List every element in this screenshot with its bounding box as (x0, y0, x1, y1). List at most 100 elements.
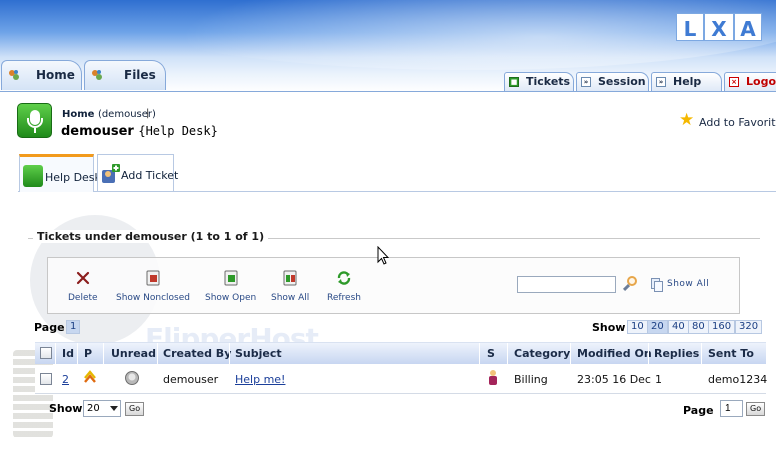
col-category[interactable]: Category (514, 347, 570, 360)
subtab-add-ticket-label: Add Ticket (121, 169, 179, 182)
files-tab-icon (92, 70, 102, 80)
page-title-user: demouser (61, 124, 134, 139)
tab-session[interactable]: » Session (576, 72, 649, 91)
page-title-module: {Help Desk} (138, 124, 218, 138)
logo-letter: L (677, 14, 703, 41)
star-icon: ★ (679, 110, 695, 130)
col-priority[interactable]: P (84, 347, 92, 360)
page-size-option[interactable]: 40 (668, 320, 689, 334)
header-divider (0, 91, 776, 92)
created-by-cell: demouser (163, 373, 219, 386)
refresh-icon (337, 271, 351, 285)
breadcrumb-separator: | (146, 108, 150, 119)
ticket-table-header: Id P Unread Created By Subject S Categor… (35, 342, 766, 365)
page-size-option-selected[interactable]: 20 (647, 320, 668, 334)
col-status[interactable]: S (487, 347, 495, 360)
pages-icon-front (654, 281, 663, 292)
help-icon: » (656, 77, 666, 87)
show-all-link-label[interactable]: Show All (667, 279, 709, 289)
select-all-checkbox[interactable] (40, 347, 52, 359)
tab-tickets-label[interactable]: Tickets (526, 75, 570, 88)
page-label-top: Page (34, 321, 65, 334)
page-size-go-button[interactable]: Go (125, 402, 145, 416)
ticket-icon: ■ (509, 77, 519, 87)
app-header: L X A Home Files ■ Tickets » Session » H… (0, 0, 776, 92)
subtab-divider (18, 191, 776, 192)
subject-link[interactable]: Help me! (235, 373, 285, 386)
page-number-current[interactable]: 1 (66, 320, 81, 334)
col-sent-to[interactable]: Sent To (708, 347, 754, 360)
column-separator (507, 343, 508, 365)
search-input[interactable] (517, 276, 616, 293)
add-to-favorites-label[interactable]: Add to Favorites (699, 116, 776, 129)
page-size-select-value: 20 (87, 403, 100, 414)
breadcrumb-home[interactable]: Home (62, 109, 94, 120)
page-go-button[interactable]: Go (746, 402, 766, 416)
unread-status-icon (125, 371, 139, 385)
column-separator (77, 343, 78, 365)
subtab-help-desk[interactable]: Help Desk (19, 154, 101, 192)
column-separator (157, 343, 158, 365)
replies-cell: 1 (655, 373, 662, 386)
column-separator (55, 343, 56, 365)
tab-files-label: Files (124, 68, 156, 82)
session-icon: » (581, 77, 591, 87)
page-number-input[interactable] (720, 400, 743, 417)
show-nonclosed-button[interactable]: Show Nonclosed (116, 270, 190, 303)
page-label-bottom: Page (683, 404, 714, 417)
tab-help-label[interactable]: Help (673, 75, 701, 88)
refresh-button[interactable]: Refresh (327, 270, 361, 303)
column-separator (570, 343, 571, 365)
logo-letter: A (735, 14, 761, 41)
refresh-label: Refresh (327, 293, 361, 303)
row-checkbox[interactable] (40, 373, 52, 385)
delete-button[interactable]: Delete (68, 270, 98, 303)
table-row[interactable]: 2 demouser Help me! Billing 23:05 16 Dec… (35, 365, 767, 394)
chevron-down-icon (110, 406, 118, 411)
subtab-add-ticket[interactable]: Add Ticket (97, 154, 178, 191)
show-nonclosed-icon (146, 270, 160, 286)
logout-icon: × (729, 77, 739, 87)
col-id[interactable]: Id (62, 347, 74, 360)
page-size-option[interactable]: 10 (627, 320, 648, 334)
page-size-option[interactable]: 320 (735, 320, 763, 334)
show-open-icon (224, 270, 238, 286)
column-separator (229, 343, 230, 365)
breadcrumb: Home (demouser) | (62, 108, 156, 120)
modified-on-cell: 23:05 16 Dec (577, 373, 651, 386)
show-label-top: Show (592, 321, 626, 334)
col-unread[interactable]: Unread (111, 347, 156, 360)
show-open-button[interactable]: Show Open (205, 270, 256, 303)
tab-files[interactable]: Files (84, 60, 166, 90)
show-label-bottom: Show (49, 402, 83, 415)
show-nonclosed-label: Show Nonclosed (116, 293, 190, 303)
add-ticket-icon (102, 164, 120, 183)
tab-help[interactable]: » Help (651, 72, 722, 91)
subtab-help-desk-label: Help Desk (45, 171, 101, 184)
col-replies[interactable]: Replies (654, 347, 699, 360)
page-size-select[interactable]: 20 (83, 400, 121, 417)
tab-tickets[interactable]: ■ Tickets (504, 72, 574, 91)
search-icon[interactable] (622, 276, 638, 292)
show-all-button[interactable]: Show All (271, 270, 309, 303)
col-created-by[interactable]: Created By (163, 347, 231, 360)
priority-icon (84, 370, 96, 383)
show-open-label: Show Open (205, 293, 257, 303)
column-separator (479, 343, 480, 365)
mouse-cursor-icon (377, 246, 389, 265)
helpdesk-small-icon (23, 165, 43, 187)
col-subject[interactable]: Subject (235, 347, 282, 360)
page-title: demouser {Help Desk} (61, 124, 218, 139)
tab-logout-label[interactable]: Logout (746, 75, 776, 88)
tab-session-label[interactable]: Session (598, 75, 646, 88)
delete-label: Delete (68, 293, 98, 303)
page-size-option[interactable]: 160 (708, 320, 736, 334)
ticket-toolbar: Delete Show Nonclosed Show Open Show All… (47, 257, 740, 314)
col-modified-on[interactable]: Modified On (577, 347, 652, 360)
helpdesk-microphone-icon (17, 103, 52, 138)
page-size-option[interactable]: 80 (688, 320, 709, 334)
tab-logout[interactable]: × Logout (724, 72, 776, 91)
ticket-id-link[interactable]: 2 (62, 373, 69, 386)
show-all-label: Show All (271, 293, 310, 303)
tab-home[interactable]: Home (1, 60, 82, 90)
